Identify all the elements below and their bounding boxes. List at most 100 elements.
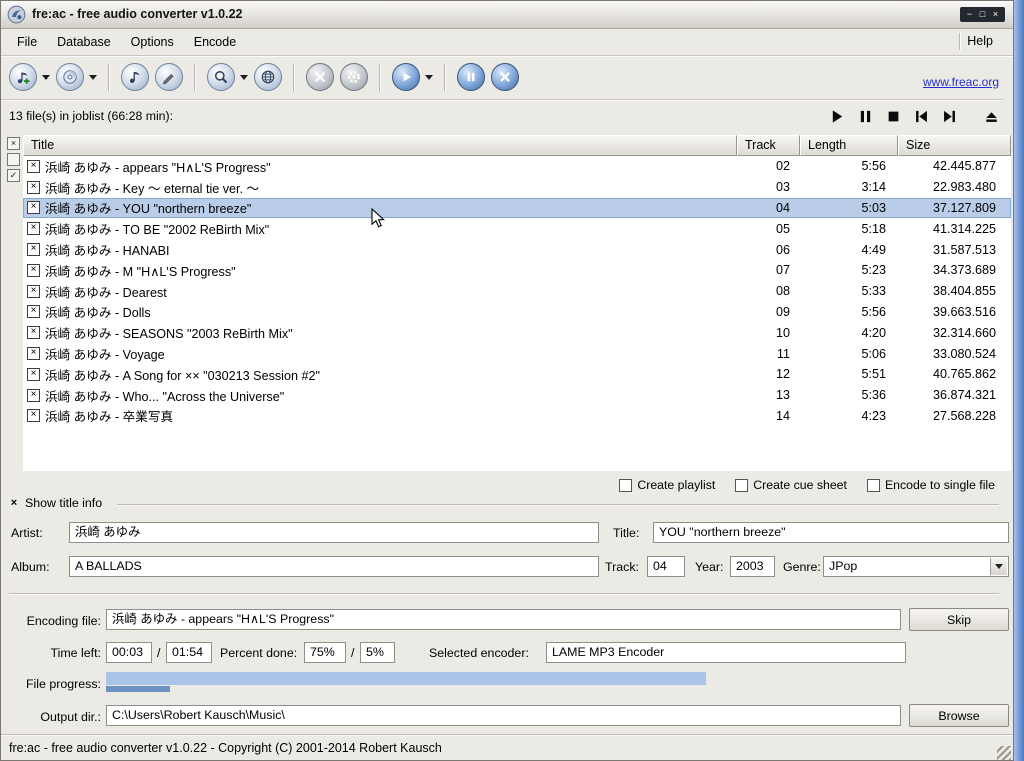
table-row[interactable]: 浜崎 あゆみ - TO BE "2002 ReBirth Mix"055:184…	[23, 218, 1011, 239]
track-checked-checkbox[interactable]	[27, 368, 40, 381]
cancel-button[interactable]	[306, 63, 334, 91]
option-encode-to-single-file[interactable]: Encode to single file	[867, 478, 995, 492]
encoding-file-field: 浜崎 あゆみ - appears "H∧L'S Progress"	[106, 609, 901, 630]
minimize-button[interactable]: −	[963, 7, 976, 22]
create-playlist-checkbox[interactable]	[619, 479, 632, 492]
artist-field[interactable]: 浜崎 あゆみ	[69, 522, 599, 543]
menu-item-database[interactable]: Database	[47, 33, 121, 51]
table-row[interactable]: 浜崎 あゆみ - Who... "Across the Universe"135…	[23, 385, 1011, 406]
titlebar[interactable]: fre:ac - free audio converter v1.0.22 − …	[1, 1, 1013, 29]
album-field[interactable]: A BALLADS	[69, 556, 599, 577]
menu-item-options[interactable]: Options	[121, 33, 184, 51]
track-checked-checkbox[interactable]	[27, 347, 40, 360]
cddb-web-button[interactable]	[254, 63, 282, 91]
cddb-query-button[interactable]	[207, 63, 235, 91]
track-checked-checkbox[interactable]	[27, 181, 40, 194]
column-header-length[interactable]: Length	[800, 135, 898, 156]
track-checked-checkbox[interactable]	[27, 409, 40, 422]
column-header-title[interactable]: Title	[23, 135, 737, 156]
option-create-cue-sheet[interactable]: Create cue sheet	[735, 478, 847, 492]
track-checked-checkbox[interactable]	[27, 160, 40, 173]
cell-track: 12	[737, 367, 800, 381]
genre-value: JPop	[829, 559, 857, 573]
menu-item-file[interactable]: File	[7, 33, 47, 51]
cddb-query-dropdown-arrow-icon[interactable]	[240, 75, 248, 80]
pause-button[interactable]	[857, 108, 873, 124]
track-checked-checkbox[interactable]	[27, 201, 40, 214]
table-row[interactable]: 浜崎 あゆみ - Voyage115:0633.080.524	[23, 343, 1011, 364]
playlist-button[interactable]	[121, 63, 149, 91]
skip-button[interactable]: Skip	[909, 608, 1009, 631]
previous-button[interactable]	[913, 108, 929, 124]
close-button[interactable]: ×	[989, 7, 1002, 22]
cell-title: 浜崎 あゆみ - Key 〜 eternal tie ver. 〜	[23, 178, 737, 197]
track-checked-checkbox[interactable]	[27, 243, 40, 256]
output-dir-field[interactable]: C:\Users\Robert Kausch\Music\	[106, 705, 901, 726]
track-checked-checkbox[interactable]	[27, 389, 40, 402]
cell-track: 14	[737, 409, 800, 423]
add-files-button[interactable]	[9, 63, 37, 91]
next-button[interactable]	[941, 108, 957, 124]
stop-encoding-button[interactable]	[491, 63, 519, 91]
track-checked-checkbox[interactable]	[27, 326, 40, 339]
resize-grip[interactable]	[997, 746, 1011, 760]
tag-editor-button[interactable]	[155, 63, 183, 91]
settings-button[interactable]	[340, 63, 368, 91]
table-row[interactable]: 浜崎 あゆみ - 卒業写真144:2327.568.228	[23, 406, 1011, 427]
select-all-button[interactable]: ×	[7, 137, 20, 150]
start-encoding-dropdown-arrow-icon[interactable]	[425, 75, 433, 80]
selection-gutter: ×✓	[7, 137, 20, 182]
title-info-header[interactable]: Show title info	[9, 496, 102, 510]
row-title: 浜崎 あゆみ - M "H∧L'S Progress"	[45, 261, 236, 280]
menu-item-encode[interactable]: Encode	[184, 33, 246, 51]
cell-length: 5:36	[800, 388, 898, 402]
encode-to-single-file-checkbox[interactable]	[867, 479, 880, 492]
freac-website-link[interactable]: www.freac.org	[923, 75, 999, 89]
pause-encoding-button[interactable]	[457, 63, 485, 91]
chevron-down-icon[interactable]	[990, 558, 1007, 575]
column-header-size[interactable]: Size	[898, 135, 1011, 156]
album-label: Album:	[11, 560, 50, 574]
column-header-track[interactable]: Track	[737, 135, 800, 156]
table-row[interactable]: 浜崎 あゆみ - M "H∧L'S Progress"075:2334.373.…	[23, 260, 1011, 281]
create-cue-sheet-checkbox[interactable]	[735, 479, 748, 492]
table-row[interactable]: 浜崎 あゆみ - SEASONS "2003 ReBirth Mix"104:2…	[23, 322, 1011, 343]
play-button[interactable]	[829, 108, 845, 124]
rip-cd-button[interactable]	[56, 63, 84, 91]
select-none-button[interactable]	[7, 153, 20, 166]
rip-cd-dropdown-arrow-icon[interactable]	[89, 75, 97, 80]
table-row[interactable]: 浜崎 あゆみ - HANABI064:4931.587.513	[23, 239, 1011, 260]
table-row[interactable]: 浜崎 あゆみ - appears "H∧L'S Progress"025:564…	[23, 156, 1011, 177]
toolbar-separator	[444, 64, 446, 91]
track-checked-checkbox[interactable]	[27, 285, 40, 298]
table-row[interactable]: 浜崎 あゆみ - Dolls095:5639.663.516	[23, 302, 1011, 323]
toggle-selection-button[interactable]: ✓	[7, 169, 20, 182]
title-field[interactable]: YOU "northern breeze"	[653, 522, 1009, 543]
eject-button[interactable]	[983, 108, 999, 124]
menu-item-help[interactable]: Help	[959, 32, 1001, 50]
browse-button[interactable]: Browse	[909, 704, 1009, 727]
maximize-button[interactable]: □	[976, 7, 989, 22]
window-title: fre:ac - free audio converter v1.0.22	[32, 1, 243, 28]
menu-items: FileDatabaseOptionsEncode	[7, 33, 246, 51]
cell-size: 38.404.855	[898, 284, 1011, 298]
table-row[interactable]: 浜崎 あゆみ - Key 〜 eternal tie ver. 〜033:142…	[23, 177, 1011, 198]
track-checked-checkbox[interactable]	[27, 222, 40, 235]
table-row[interactable]: 浜崎 あゆみ - Dearest085:3338.404.855	[23, 281, 1011, 302]
time-left-label: Time left:	[1, 646, 101, 660]
genre-select[interactable]: JPop	[823, 556, 1009, 577]
track-checked-checkbox[interactable]	[27, 305, 40, 318]
table-row[interactable]: 浜崎 あゆみ - YOU "northern breeze"045:0337.1…	[23, 198, 1011, 219]
track-field[interactable]: 04	[647, 556, 685, 577]
year-field[interactable]: 2003	[730, 556, 775, 577]
option-create-playlist[interactable]: Create playlist	[619, 478, 715, 492]
year-label: Year:	[695, 560, 723, 574]
collapse-icon[interactable]	[9, 497, 19, 509]
track-checked-checkbox[interactable]	[27, 264, 40, 277]
start-encoding-button[interactable]	[392, 63, 420, 91]
stop-button[interactable]	[885, 108, 901, 124]
track-label: Track:	[605, 560, 639, 574]
table-row[interactable]: 浜崎 あゆみ - A Song for ×× "030213 Session #…	[23, 364, 1011, 385]
window-controls: − □ ×	[960, 7, 1005, 22]
add-files-dropdown-arrow-icon[interactable]	[42, 75, 50, 80]
